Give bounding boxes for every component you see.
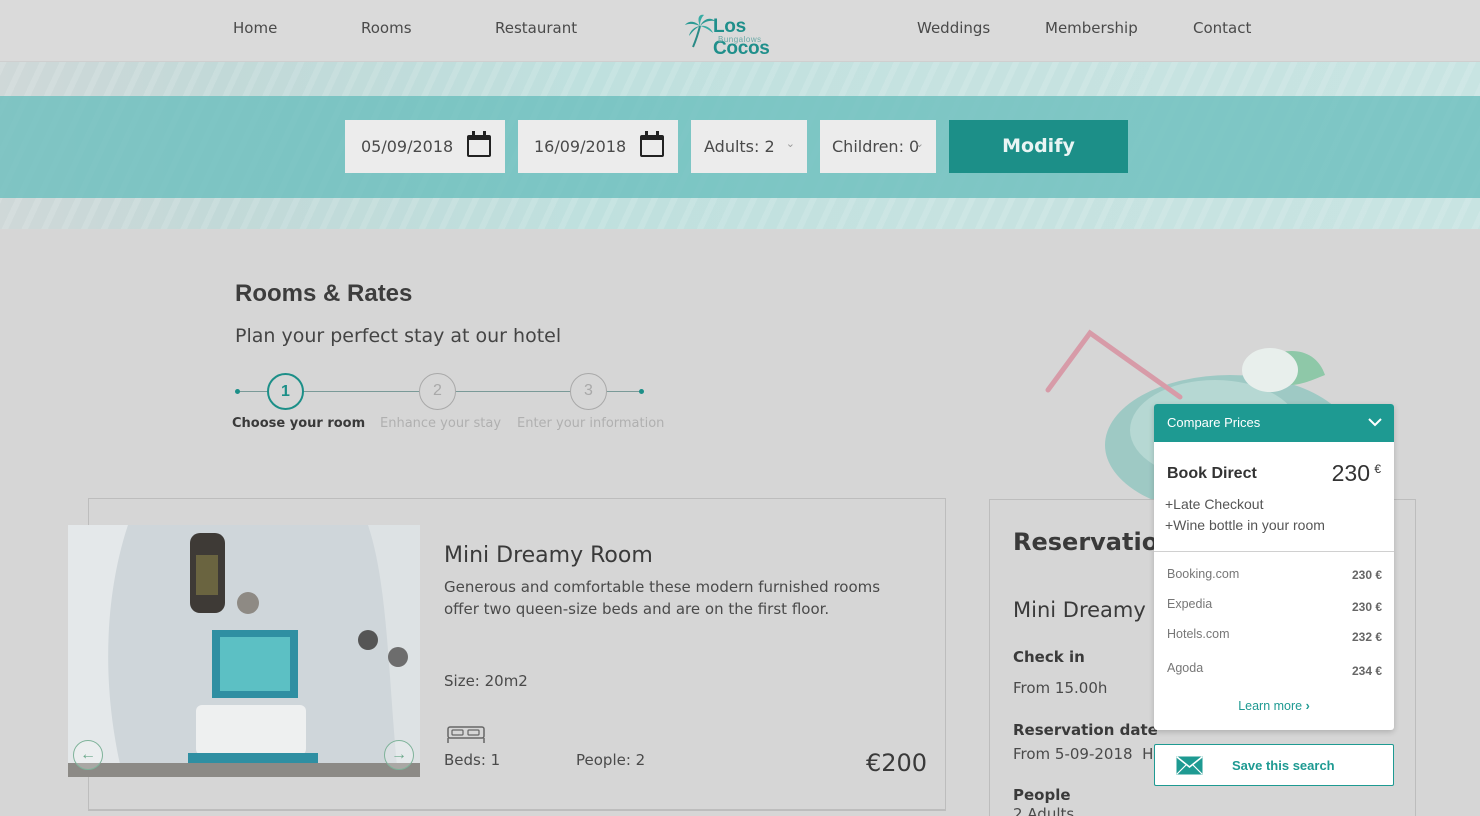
chevron-down-icon: ⌄: [785, 137, 795, 150]
ota-price: 230 €: [1351, 568, 1382, 582]
chevron-right-icon: ›: [1305, 699, 1310, 713]
book-direct-label: Book Direct: [1167, 465, 1257, 482]
ota-name: Expedia: [1167, 597, 1213, 611]
palm-tree-icon: [685, 14, 715, 48]
room-title[interactable]: Mini Dreamy Room: [444, 543, 653, 568]
next-photo-arrow[interactable]: →: [384, 740, 414, 770]
steps-end-dot: [639, 389, 644, 394]
ota-price: 230 €: [1351, 600, 1382, 614]
bed-icon: [447, 726, 485, 743]
learn-more-link[interactable]: Learn more ›: [1154, 699, 1394, 713]
nav-link-home[interactable]: Home: [233, 19, 277, 37]
step-1-circle[interactable]: 1: [267, 373, 304, 410]
ota-price: 232 €: [1351, 630, 1382, 644]
adults-select[interactable]: Adults: 2 ⌄: [691, 120, 807, 173]
reservation-date-value: From 5-09-2018 Ha: [1013, 745, 1163, 763]
room-description: Generous and comfortable these modern fu…: [444, 578, 881, 618]
steps-start-dot: [235, 389, 240, 394]
ota-name: Agoda: [1167, 661, 1204, 675]
previous-photo-arrow[interactable]: ←: [73, 740, 103, 770]
people-value: 2 Adults: [1013, 805, 1075, 816]
children-value: Children: 0: [832, 137, 920, 156]
nav-link-membership[interactable]: Membership: [1045, 19, 1138, 37]
compare-prices-widget: Compare Prices Book Direct 230 € +Late C…: [1154, 404, 1394, 730]
book-direct-currency: €: [1374, 462, 1381, 476]
people-label: People: [1013, 786, 1071, 804]
nav-link-rooms[interactable]: Rooms: [361, 19, 412, 37]
next-room-card: [88, 810, 946, 816]
reservation-date-from: From 5-09-2018: [1013, 745, 1133, 763]
learn-more-label: Learn more: [1238, 699, 1303, 713]
check-in-date-field[interactable]: 05/09/2018: [345, 120, 505, 173]
perk-item: +Late Checkout: [1165, 496, 1264, 512]
room-photo: [68, 525, 420, 777]
save-search-label: Save this search: [1232, 758, 1335, 773]
modify-button[interactable]: Modify: [949, 120, 1128, 173]
perk-item: +Wine bottle in your room: [1165, 517, 1325, 533]
top-navigation: Home Rooms Restaurant Los Cocos Bungalow…: [0, 0, 1480, 62]
step-2-circle: 2: [419, 373, 456, 410]
room-size: Size: 20m2: [444, 672, 528, 690]
nav-link-restaurant[interactable]: Restaurant: [495, 19, 577, 37]
room-people: People: 2: [576, 751, 646, 769]
compare-prices-title: Compare Prices: [1167, 415, 1261, 430]
ota-name: Hotels.com: [1167, 627, 1230, 641]
logo-subtitle: Bungalows: [718, 35, 762, 44]
divider: [1154, 551, 1394, 552]
chevron-down-icon: ⌄: [914, 137, 924, 150]
check-out-date-field[interactable]: 16/09/2018: [518, 120, 678, 173]
room-beds: Beds: 1: [444, 751, 501, 769]
check-in-value: From 15.00h: [1013, 679, 1108, 697]
step-3-circle: 3: [570, 373, 607, 410]
book-direct-price: 230: [1331, 460, 1370, 486]
save-search-button[interactable]: Save this search: [1154, 744, 1394, 786]
reservation-date-label: Reservation date: [1013, 721, 1158, 739]
calendar-icon[interactable]: [467, 131, 491, 157]
compare-prices-header[interactable]: Compare Prices: [1154, 404, 1394, 442]
nav-link-weddings[interactable]: Weddings: [917, 19, 990, 37]
calendar-icon[interactable]: [640, 131, 664, 157]
reservation-title: Reservation: [1013, 528, 1176, 556]
check-in-label: Check in: [1013, 648, 1085, 666]
check-in-date-value: 05/09/2018: [361, 137, 454, 156]
step-3-label: Enter your information: [517, 416, 665, 431]
children-select[interactable]: Children: 0 ⌄: [820, 120, 936, 173]
reservation-room-name: Mini Dreamy: [1013, 598, 1146, 622]
nav-link-contact[interactable]: Contact: [1193, 19, 1251, 37]
page-title: Rooms & Rates: [235, 280, 413, 307]
ota-name: Booking.com: [1167, 567, 1240, 581]
room-price: €200: [866, 749, 928, 777]
chevron-down-icon[interactable]: [1368, 404, 1382, 442]
page-subtitle: Plan your perfect stay at our hotel: [235, 325, 562, 347]
hotel-logo[interactable]: Los Cocos Bungalows: [684, 14, 804, 59]
check-out-date-value: 16/09/2018: [534, 137, 627, 156]
room-photo-illustration: [68, 525, 420, 777]
step-1-label: Choose your room: [232, 416, 366, 431]
adults-value: Adults: 2: [704, 137, 775, 156]
envelope-icon: [1176, 756, 1203, 775]
ota-price: 234 €: [1351, 664, 1382, 678]
step-2-label: Enhance your stay: [380, 416, 502, 431]
